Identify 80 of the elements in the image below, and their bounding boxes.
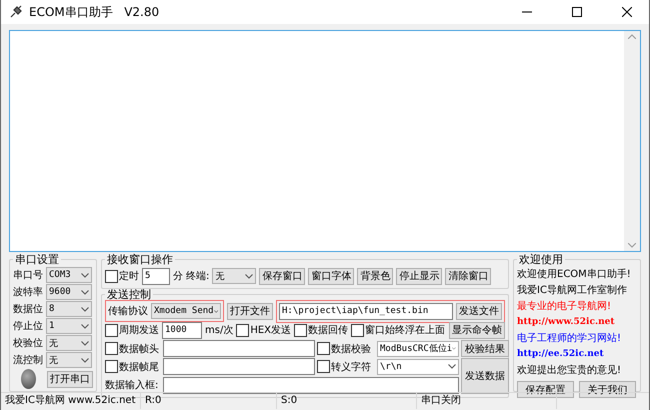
field-label: 校验位 <box>13 336 43 350</box>
checkbox[interactable]: 转义字符 <box>317 360 375 374</box>
window-action-button[interactable]: 停止显示 <box>396 268 442 284</box>
status-text: 我爱IC导航网 www.52ic.net <box>1 393 141 409</box>
checkbox[interactable]: 数据回传 <box>294 323 348 337</box>
field-label: 数据位 <box>13 303 43 316</box>
show-frame-button[interactable]: 显示命令帧 <box>449 322 505 338</box>
caret-icon <box>81 306 89 312</box>
welcome-text: 欢迎使用ECOM串口助手! <box>517 268 632 282</box>
field-label: 数据输入框: <box>105 378 160 392</box>
timer-field[interactable]: 5 <box>142 268 170 284</box>
scrollbar[interactable] <box>624 31 640 251</box>
send-file-button[interactable]: 发送文件 <box>456 302 502 320</box>
scroll-down-icon[interactable] <box>628 243 636 248</box>
link[interactable]: http://www.52ic.net <box>517 315 637 330</box>
field-label: 流控制 <box>13 354 43 367</box>
caret-icon <box>81 290 89 294</box>
footer-field[interactable] <box>163 358 315 376</box>
checkbox[interactable]: 窗口始终浮在上面 <box>351 323 446 337</box>
checkbox[interactable]: HEX发送 <box>236 323 292 337</box>
caret-icon <box>81 272 89 278</box>
checkbox[interactable]: 定时 <box>105 269 139 283</box>
scroll-up-icon[interactable] <box>628 34 636 39</box>
checkbox[interactable]: 数据帧尾 <box>105 360 161 374</box>
caret-icon <box>245 274 254 278</box>
checksum-dropdown[interactable]: ModBusCRC低位i <box>377 340 459 356</box>
escape-dropdown[interactable]: \r\n <box>377 358 459 375</box>
period-field[interactable]: 1000 <box>162 322 202 338</box>
setting-dropdown[interactable]: 8 <box>46 301 92 317</box>
window-action-button[interactable]: 保存窗口 <box>259 268 306 284</box>
field-label: 传输协议 <box>108 304 148 318</box>
status-lamp-icon <box>21 369 36 389</box>
open-port-button[interactable]: 打开串口 <box>47 370 93 388</box>
unit-label: ms/次 <box>205 324 234 337</box>
field-label: 波特率 <box>13 286 43 299</box>
group-title: 欢迎使用 <box>518 254 564 265</box>
welcome-text: 电子工程师的学习网站! <box>517 332 622 346</box>
welcome-text: 我爱IC导航网工作室制作 <box>517 284 628 298</box>
setting-dropdown[interactable]: 1 <box>46 318 92 334</box>
welcome-text: 最专业的电子导航网! <box>517 300 612 314</box>
header-field[interactable] <box>163 340 315 357</box>
field-label: 终端: <box>186 270 210 283</box>
window-action-button[interactable]: 清除窗口 <box>445 268 492 284</box>
caret-icon <box>448 364 456 370</box>
group-title: 发送控制 <box>106 289 152 300</box>
file-path-field[interactable]: H:\project\iap\fun_test.bin <box>279 302 453 320</box>
caret-icon <box>81 358 89 362</box>
status-text: R:0 <box>141 393 277 409</box>
link[interactable]: http://ee.52ic.net <box>517 347 637 362</box>
open-file-button[interactable]: 打开文件 <box>227 302 273 320</box>
data-input-field[interactable] <box>163 376 459 394</box>
unit-label: 分 <box>173 270 183 283</box>
group-title: 串口设置 <box>14 254 60 265</box>
terminal-dropdown[interactable]: 无 <box>212 268 256 284</box>
checkbox[interactable]: 周期发送 <box>105 323 159 337</box>
plug-icon <box>9 5 23 19</box>
group-title: 接收窗口操作 <box>106 254 174 265</box>
field-label: 串口号 <box>13 268 43 282</box>
setting-dropdown[interactable]: 9600 <box>46 284 92 300</box>
caret-icon <box>452 346 456 351</box>
setting-dropdown[interactable]: COM3 <box>46 267 92 283</box>
caret-icon <box>214 308 218 314</box>
caret-icon <box>81 340 89 346</box>
window-action-button[interactable]: 窗口字体 <box>308 268 354 284</box>
checksum-result-button[interactable]: 校验结果 <box>461 340 509 357</box>
welcome-text: 欢迎提出您宝贵的意见! <box>517 364 622 378</box>
setting-dropdown[interactable]: 无 <box>46 335 92 351</box>
checkbox[interactable]: 数据帧头 <box>105 342 161 356</box>
setting-dropdown[interactable]: 无 <box>46 352 92 368</box>
window-title: ECOM串口助手 V2.80 <box>29 4 160 20</box>
maximize-icon <box>572 7 582 17</box>
protocol-dropdown[interactable]: Xmodem Send <box>151 303 221 319</box>
caret-icon <box>81 324 89 328</box>
field-label: 停止位 <box>13 320 43 333</box>
window-action-button[interactable]: 背景色 <box>357 268 394 284</box>
checkbox[interactable]: 数据校验 <box>317 342 375 356</box>
status-text: S:0 <box>277 393 417 409</box>
status-text: 串口关闭 <box>417 393 557 409</box>
close-icon <box>622 7 632 17</box>
send-data-button[interactable]: 发送数据 <box>461 358 509 394</box>
